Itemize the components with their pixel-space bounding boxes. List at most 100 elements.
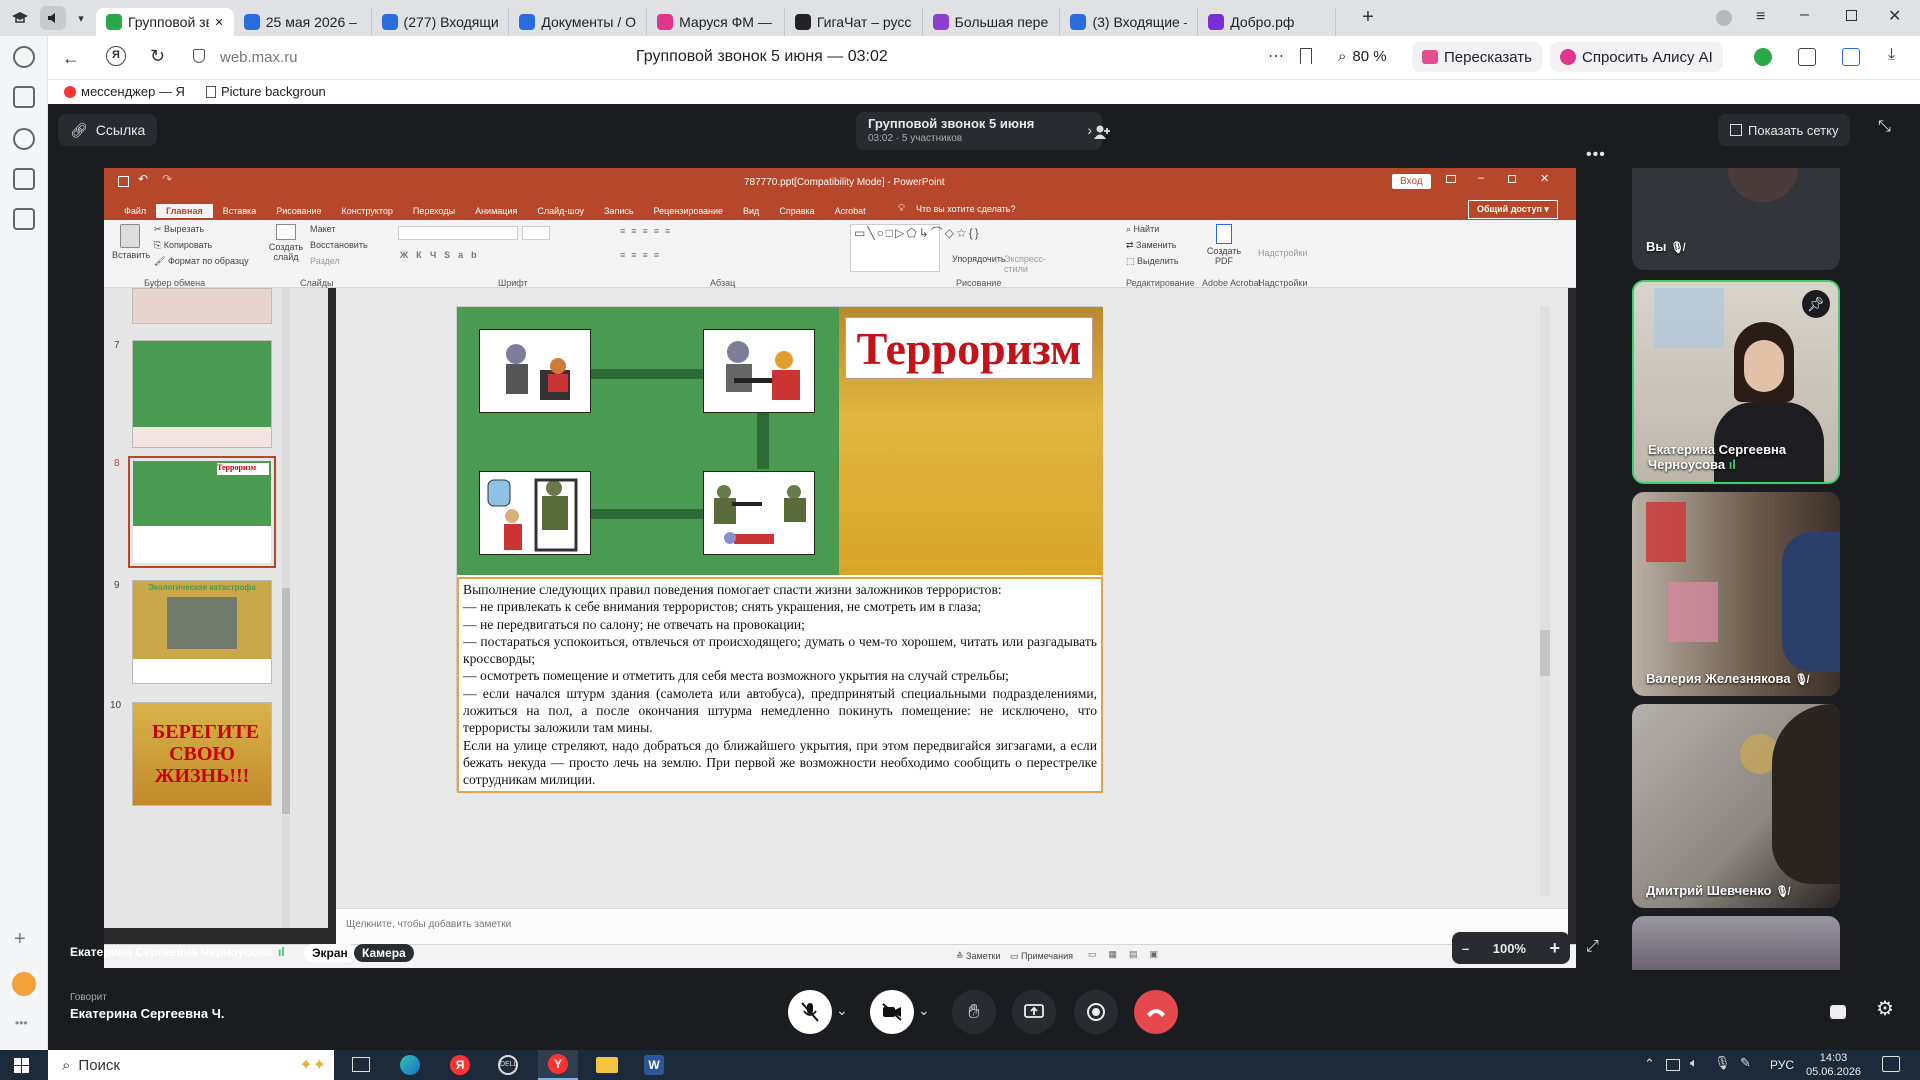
thumbnail-slide-6[interactable] — [132, 288, 272, 324]
collapse-icon[interactable]: ⤡ — [1878, 118, 1891, 136]
notes-toggle[interactable]: ≙ Заметки — [956, 951, 1000, 962]
shield-icon[interactable] — [193, 49, 205, 63]
pin-icon[interactable]: 📌︎ — [1802, 290, 1830, 318]
shared-screen[interactable]: ↶ ↷ 787770.ppt[Compatibility Mode] - Pow… — [104, 168, 1576, 968]
ppt-tab[interactable]: Запись — [594, 204, 644, 218]
link-button[interactable]: 🔗︎ Ссылка — [58, 114, 158, 146]
close-icon[interactable]: ✕ — [1540, 172, 1549, 185]
bookmark-picture[interactable]: Picture backgroun — [206, 84, 326, 99]
minimize-window-button[interactable]: – — [1800, 6, 1809, 24]
tabs-menu-chevron-icon[interactable]: ▾ — [66, 12, 96, 25]
participant-tile-zheleznyakova[interactable]: Валерия Железнякова 🎙︎̸ — [1632, 492, 1840, 696]
ppt-tab[interactable]: Рисование — [266, 204, 331, 218]
camera-toggle-button[interactable] — [870, 990, 914, 1034]
close-tab-icon[interactable]: ✕ — [215, 16, 224, 29]
yandex-browser-icon[interactable]: Я — [450, 1055, 470, 1075]
thumbnail-slide-8[interactable]: Терроризм — [128, 456, 276, 568]
ppt-tab[interactable]: Вставка — [213, 204, 266, 218]
paragraph-buttons[interactable]: ≡≡≡≡≡ — [620, 226, 676, 236]
paste-button[interactable]: Вставить — [112, 224, 150, 260]
task-view-icon[interactable] — [352, 1057, 370, 1072]
screen-tab[interactable]: Экран — [304, 944, 356, 962]
ppt-tab[interactable]: Acrobat — [825, 204, 876, 218]
settings-gear-icon[interactable]: ⚙︎ — [1876, 996, 1894, 1021]
replace-button[interactable]: ⇄ Заменить — [1126, 240, 1177, 251]
camera-tab[interactable]: Камера — [354, 944, 414, 962]
volume-icon[interactable]: 🔈︎ — [1690, 1055, 1698, 1071]
font-size-box[interactable] — [522, 226, 550, 240]
section-button[interactable]: Раздел — [310, 256, 340, 266]
shapes-gallery[interactable]: ▭╲○□▷⬠↳⌒◇☆{} — [850, 224, 979, 272]
edge-icon[interactable] — [400, 1055, 420, 1075]
yandex-y-icon[interactable]: Я — [106, 46, 126, 66]
format-painter-button[interactable]: 🖌︎ Формат по образцу — [154, 256, 249, 267]
minimize-icon[interactable]: – — [1478, 172, 1484, 184]
notes-area[interactable]: Щелкните, чтобы добавить заметки — [336, 908, 1568, 944]
word-icon[interactable]: W — [644, 1055, 664, 1075]
font-name-box[interactable] — [398, 226, 518, 240]
picture-hostage-3[interactable] — [479, 471, 591, 555]
slide-scroll-thumb[interactable] — [1540, 630, 1550, 676]
font-format-buttons[interactable]: ЖКЧSab — [400, 250, 485, 260]
arrange-button[interactable]: Упорядочить — [952, 254, 1006, 264]
pen-icon[interactable]: ✎ — [1740, 1055, 1751, 1071]
new-slide-button[interactable]: Создать слайд — [268, 224, 304, 262]
view-buttons[interactable]: ▭▦▤▣ — [1088, 949, 1170, 960]
browser-tab[interactable]: Большая перемена — [923, 8, 1061, 36]
messenger-icon[interactable] — [13, 86, 35, 108]
network-icon[interactable] — [1666, 1059, 1680, 1071]
fullscreen-icon[interactable]: ⤢ — [1586, 938, 1599, 956]
thumbs-scrollbar[interactable] — [282, 288, 290, 928]
quick-styles-button[interactable]: Экспресс-стили — [1004, 254, 1046, 274]
browser-tab[interactable]: Добро.рф — [1198, 8, 1336, 36]
windows-start-icon[interactable] — [14, 1058, 29, 1073]
taskbar-search[interactable]: ⌕ Поиск ✦✦ — [48, 1050, 334, 1080]
zoom-control[interactable]: – 100% + — [1452, 932, 1570, 964]
maximize-icon[interactable] — [1508, 175, 1516, 183]
mic-tray-icon[interactable]: 🎙︎ — [1714, 1055, 1731, 1071]
zoom-out-button[interactable]: – — [1462, 941, 1469, 956]
chat-button[interactable] — [1822, 996, 1854, 1028]
align-buttons[interactable]: ≡≡≡≡ — [620, 250, 665, 260]
camera-icon[interactable] — [13, 208, 35, 230]
slide-text-box[interactable]: Выполнение следующих правил поведения по… — [457, 577, 1103, 793]
signin-button[interactable]: Вход — [1392, 174, 1431, 189]
browser-tab[interactable]: Документы / Облак — [509, 8, 648, 36]
ppt-tab[interactable]: Главная — [156, 204, 213, 218]
slide-scrollbar[interactable] — [1540, 306, 1550, 896]
participant-tile-you[interactable]: Вы 🎙︎̸ — [1632, 168, 1840, 270]
clock[interactable]: 14:03 05.06.2026 — [1806, 1051, 1861, 1079]
zoom-indicator[interactable]: ⌕ 80 % — [1338, 48, 1387, 65]
thumbs-scroll-thumb[interactable] — [282, 588, 290, 814]
participant-tile-5[interactable] — [1632, 916, 1840, 970]
ppt-tab[interactable]: Файл — [114, 204, 156, 218]
redo-icon[interactable]: ↷ — [162, 172, 172, 186]
ppt-tab[interactable]: Слайд-шоу — [527, 204, 594, 218]
reload-button[interactable]: ↻ — [150, 46, 165, 67]
thumbnail-slide-7[interactable] — [132, 340, 272, 448]
thumbnail-slide-9[interactable]: Экологическая катастрофа — [132, 580, 272, 684]
bookmark-icon[interactable] — [1300, 48, 1312, 64]
share-button[interactable]: Общий доступ ▾ — [1468, 200, 1558, 219]
cut-button[interactable]: ✂︎ Вырезать — [154, 224, 204, 235]
history-icon[interactable] — [13, 46, 35, 68]
extensions-icon[interactable] — [1842, 48, 1860, 66]
browser-menu-icon[interactable]: ≡ — [1756, 8, 1765, 26]
close-window-button[interactable]: ✕ — [1888, 6, 1901, 26]
show-grid-button[interactable]: Показать сетку — [1718, 114, 1851, 146]
yandex-app-icon[interactable]: Y — [538, 1050, 578, 1080]
browser-tab[interactable]: Групповой зво ✕ — [96, 8, 234, 36]
retell-button[interactable]: Пересказать — [1412, 42, 1542, 72]
browser-tab[interactable]: Маруся ФМ — слуш — [647, 8, 785, 36]
more-options-icon[interactable]: ••• — [1586, 146, 1606, 164]
add-participant-icon[interactable] — [1086, 116, 1118, 148]
slide-thumbnails-pane[interactable]: 7 8 Терроризм 9 Экологическая катастрофа… — [104, 288, 328, 928]
notifications-icon[interactable] — [1882, 1056, 1900, 1072]
ask-alice-button[interactable]: Спросить Алису AI — [1550, 42, 1723, 72]
save-icon[interactable] — [118, 176, 129, 187]
mic-toggle-button[interactable] — [788, 990, 832, 1034]
find-button[interactable]: ⌕ Найти — [1126, 224, 1159, 235]
raise-hand-button[interactable]: ✋︎ — [952, 990, 996, 1034]
record-button[interactable] — [1074, 990, 1118, 1034]
undo-icon[interactable]: ↶ — [138, 172, 148, 186]
